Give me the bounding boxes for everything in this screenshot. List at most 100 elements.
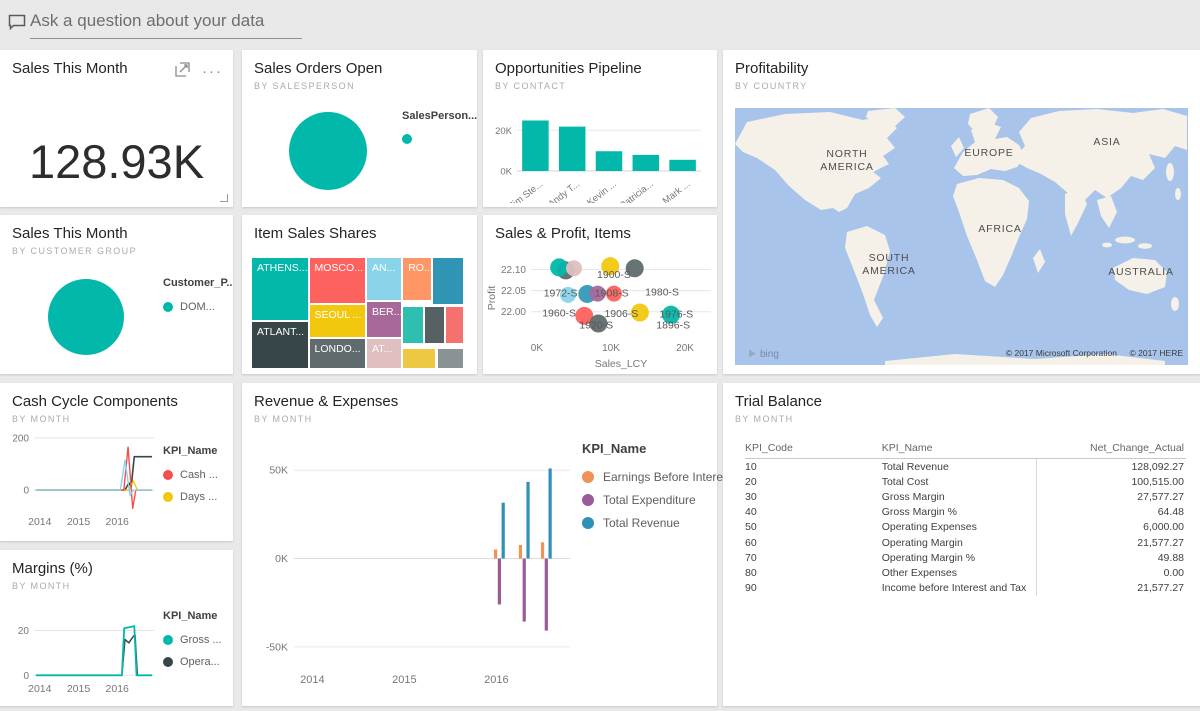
margins-line-chart[interactable]: 200201420152016 bbox=[6, 594, 158, 698]
tile-opportunities-pipeline[interactable]: Opportunities Pipeline BY CONTACT 20K0KJ… bbox=[483, 50, 717, 207]
column-header-kpi-code[interactable]: KPI_Code bbox=[745, 439, 882, 459]
revenue-column-chart[interactable]: 50K0K-50K201420152016 bbox=[254, 439, 584, 691]
table-cell: 100,515.00 bbox=[1036, 474, 1186, 489]
table-cell: 30 bbox=[745, 489, 882, 504]
tile-title: Cash Cycle Components bbox=[12, 393, 178, 410]
treemap-cell-label: AT... bbox=[367, 339, 401, 355]
tile-trial-balance[interactable]: Trial Balance BY MONTH KPI_Code KPI_Name… bbox=[723, 383, 1200, 706]
table-cell: Operating Margin bbox=[882, 535, 1036, 550]
treemap-chart[interactable]: ATHENS...ATLANT...MOSCO...SEOUL ...LONDO… bbox=[251, 257, 464, 369]
tile-sales-profit-scatter[interactable]: Sales & Profit, Items 22.0022.0522.100K1… bbox=[483, 215, 717, 374]
svg-text:2016: 2016 bbox=[106, 516, 130, 528]
tile-title: Item Sales Shares bbox=[254, 225, 377, 242]
bing-logo-text: bing bbox=[760, 349, 779, 360]
table-cell: 40 bbox=[745, 505, 882, 520]
tile-profitability-map[interactable]: Profitability BY COUNTRY bbox=[723, 50, 1200, 374]
table-cell: 21,577.27 bbox=[1036, 581, 1186, 596]
svg-text:20K: 20K bbox=[676, 343, 694, 354]
tile-title: Sales This Month bbox=[12, 225, 128, 242]
table-row: 80Other Expenses0.00 bbox=[745, 565, 1186, 580]
scatter-chart[interactable]: 22.0022.0522.100K10K20KSales_LCYProfit19… bbox=[485, 255, 713, 371]
treemap-cell-label: MOSCO... bbox=[310, 258, 366, 274]
legend-item: Gross ... bbox=[163, 634, 222, 646]
qna-input[interactable]: Ask a question about your data bbox=[30, 11, 302, 39]
svg-text:200: 200 bbox=[12, 433, 29, 444]
table-cell: Operating Margin % bbox=[882, 550, 1036, 565]
svg-text:1960-S: 1960-S bbox=[542, 307, 576, 319]
svg-text:2015: 2015 bbox=[392, 674, 416, 686]
svg-text:Kevin ...: Kevin ... bbox=[585, 179, 619, 203]
svg-text:Sales_LCY: Sales_LCY bbox=[595, 358, 648, 370]
treemap-cell-label: SEOUL ... bbox=[310, 305, 366, 321]
legend-label: Earnings Before Interest bbox=[603, 470, 732, 484]
svg-text:1906-S: 1906-S bbox=[604, 308, 638, 320]
tile-sales-this-month-pie[interactable]: Sales This Month BY CUSTOMER GROUP Custo… bbox=[0, 215, 233, 374]
cash-line-chart[interactable]: 2000201420152016 bbox=[6, 431, 158, 531]
world-map[interactable]: NORTH AMERICA EUROPE ASIA AFRICA SOUTH A… bbox=[735, 108, 1188, 365]
treemap-cell bbox=[402, 306, 423, 344]
tile-sales-orders-open[interactable]: Sales Orders Open BY SALESPERSON SalesPe… bbox=[242, 50, 477, 207]
map-copyright-here: © 2017 HERE bbox=[1129, 348, 1183, 358]
svg-text:0K: 0K bbox=[531, 343, 544, 354]
ellipsis-menu-icon[interactable]: ··· bbox=[202, 67, 223, 77]
svg-text:0K: 0K bbox=[500, 167, 512, 178]
treemap-cell: ATHENS... bbox=[251, 257, 309, 321]
legend-item: DOM... bbox=[163, 301, 233, 313]
legend-label: Gross ... bbox=[180, 634, 222, 646]
column-header-net-change[interactable]: Net_Change_Actual bbox=[1036, 439, 1186, 459]
table-cell: 21,577.27 bbox=[1036, 535, 1186, 550]
table-row: 40Gross Margin %64.48 bbox=[745, 505, 1186, 520]
legend-label: Opera... bbox=[180, 656, 220, 668]
pipeline-bar-chart[interactable]: 20K0KJim Ste...Andy T...Kevin ...Patrici… bbox=[487, 108, 711, 203]
table-cell: Total Cost bbox=[882, 474, 1036, 489]
speech-bubble-icon bbox=[8, 11, 30, 37]
svg-text:0K: 0K bbox=[275, 553, 288, 565]
tile-cash-cycle[interactable]: Cash Cycle Components BY MONTH 200020142… bbox=[0, 383, 233, 541]
legend-label: Cash ... bbox=[180, 469, 218, 481]
legend-dot-icon bbox=[163, 657, 173, 667]
tile-title: Revenue & Expenses bbox=[254, 393, 398, 410]
legend-label: Total Expenditure bbox=[603, 493, 696, 507]
resize-handle[interactable] bbox=[220, 194, 228, 202]
focus-mode-icon[interactable] bbox=[175, 62, 190, 82]
svg-text:1920-S: 1920-S bbox=[579, 320, 613, 332]
treemap-cell: BER... bbox=[366, 301, 402, 338]
legend-title: KPI_Name bbox=[163, 445, 218, 457]
trial-balance-table[interactable]: KPI_Code KPI_Name Net_Change_Actual 10To… bbox=[745, 439, 1186, 596]
tile-subtitle: BY COUNTRY bbox=[735, 81, 808, 91]
table-row: 10Total Revenue128,092.27 bbox=[745, 459, 1186, 475]
table-row: 90Income before Interest and Tax21,577.2… bbox=[745, 581, 1186, 596]
legend-item: Earnings Before Interest bbox=[582, 470, 732, 484]
table-cell: 10 bbox=[745, 459, 882, 475]
pie-chart[interactable] bbox=[289, 112, 367, 190]
map-label-europe: EUROPE bbox=[964, 147, 1013, 159]
column-header-kpi-name[interactable]: KPI_Name bbox=[882, 439, 1036, 459]
svg-text:22.05: 22.05 bbox=[501, 286, 526, 297]
legend-title: KPI_Name bbox=[163, 610, 222, 622]
svg-text:20K: 20K bbox=[495, 126, 513, 137]
svg-text:1980-S: 1980-S bbox=[645, 286, 679, 298]
treemap-cell: LONDO... bbox=[309, 338, 367, 369]
tile-sales-this-month-kpi[interactable]: Sales This Month ··· 128.93K bbox=[0, 50, 233, 207]
tile-subtitle: BY CONTACT bbox=[495, 81, 566, 91]
tile-title: Opportunities Pipeline bbox=[495, 60, 642, 77]
legend-dot-icon bbox=[163, 492, 173, 502]
treemap-cell: AT... bbox=[366, 338, 402, 369]
tile-margins[interactable]: Margins (%) BY MONTH 200201420152016 KPI… bbox=[0, 550, 233, 706]
legend-item: Opera... bbox=[163, 656, 222, 668]
tile-subtitle: BY CUSTOMER GROUP bbox=[12, 246, 137, 256]
treemap-cell bbox=[437, 348, 464, 369]
treemap-cell-label: ATHENS... bbox=[252, 258, 308, 274]
pie-chart[interactable] bbox=[48, 279, 124, 355]
table-row: 20Total Cost100,515.00 bbox=[745, 474, 1186, 489]
legend-dot-icon bbox=[582, 471, 594, 483]
treemap-cell bbox=[402, 348, 436, 369]
treemap-cell: RO... bbox=[402, 257, 432, 301]
svg-text:1908-S: 1908-S bbox=[595, 288, 629, 300]
treemap-cell-label: LONDO... bbox=[310, 339, 366, 355]
tile-item-sales-shares[interactable]: Item Sales Shares ATHENS...ATLANT...MOSC… bbox=[242, 215, 477, 374]
tile-revenue-expenses[interactable]: Revenue & Expenses BY MONTH 50K0K-50K201… bbox=[242, 383, 717, 706]
kpi-value: 128.93K bbox=[0, 134, 233, 189]
table-cell: 20 bbox=[745, 474, 882, 489]
map-label-africa: AFRICA bbox=[978, 223, 1021, 235]
